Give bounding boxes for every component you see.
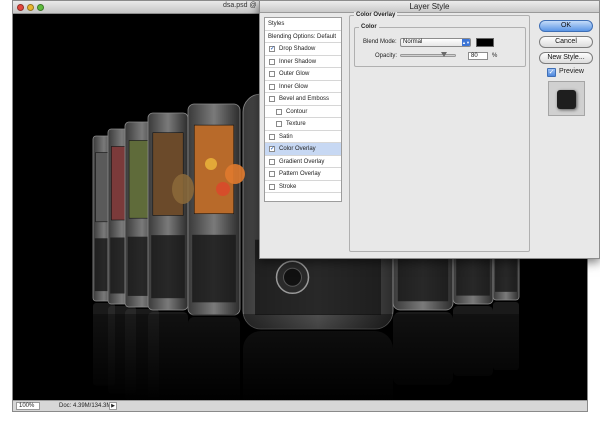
effect-checkbox[interactable] xyxy=(269,58,275,65)
blend-mode-value: Normal xyxy=(403,39,423,45)
effect-label: Inner Glow xyxy=(279,83,309,90)
effect-label: Drop Shadow xyxy=(279,46,316,52)
effect-label: Texture xyxy=(286,121,306,127)
effect-checkbox[interactable] xyxy=(269,71,275,77)
minimize-window-icon[interactable] xyxy=(27,4,34,11)
effect-checkbox[interactable] xyxy=(276,108,282,115)
preview-swatch xyxy=(557,90,576,109)
effect-label: Outer Glow xyxy=(279,71,310,77)
effect-item-satin[interactable]: Satin xyxy=(265,131,341,143)
effect-label: Contour xyxy=(286,108,308,115)
effect-item-stroke[interactable]: Stroke xyxy=(265,181,341,193)
color-group-title: Color xyxy=(359,24,379,30)
effect-checkbox[interactable] xyxy=(269,158,275,165)
effect-label: Gradient Overlay xyxy=(279,158,325,165)
opacity-unit: % xyxy=(492,53,498,59)
effect-item-pattern-overlay[interactable]: Pattern Overlay xyxy=(265,168,341,181)
status-menu-arrow-icon[interactable]: ▶ xyxy=(109,402,117,410)
cancel-button[interactable]: Cancel xyxy=(539,36,593,48)
opacity-input[interactable]: 80 xyxy=(468,52,488,60)
effect-label: Color Overlay xyxy=(279,146,316,152)
color-overlay-panel: Color Overlay Color Blend Mode: Normal ▲… xyxy=(349,12,530,252)
opacity-label: Opacity: xyxy=(375,53,398,59)
dialog-titlebar[interactable]: Layer Style xyxy=(260,1,599,13)
effect-checkbox[interactable]: ✓ xyxy=(269,46,275,52)
effect-item-gradient-overlay[interactable]: Gradient Overlay xyxy=(265,156,341,168)
blend-mode-label: Blend Mode: xyxy=(363,39,397,45)
effect-label: Inner Shadow xyxy=(279,58,317,65)
effect-item-inner-shadow[interactable]: Inner Shadow xyxy=(265,56,341,68)
styles-list: Styles Blending Options: Default ✓ Drop S… xyxy=(264,17,342,202)
close-window-icon[interactable] xyxy=(17,4,24,11)
effect-checkbox[interactable]: ✓ xyxy=(269,146,275,152)
effect-label: Satin xyxy=(279,133,293,140)
effect-item-contour[interactable]: Contour xyxy=(265,106,341,118)
effect-checkbox[interactable] xyxy=(269,133,275,140)
document-statusbar: 100% Doc: 4.39M/134.3M ▶ xyxy=(13,400,587,411)
preview-checkbox[interactable]: ✓ xyxy=(547,68,556,77)
effect-label: Bevel and Emboss xyxy=(279,96,330,102)
new-style-button[interactable]: New Style... xyxy=(539,52,593,64)
effect-item-inner-glow[interactable]: Inner Glow xyxy=(265,81,341,93)
color-group: Color Blend Mode: Normal ▲▼ Opacity: 80 … xyxy=(354,24,526,67)
document-title: dsa.psd @ 1 xyxy=(223,2,263,9)
effect-item-bevel-and-emboss[interactable]: Bevel and Emboss xyxy=(265,93,341,106)
select-arrows-icon: ▲▼ xyxy=(462,39,470,46)
styles-header[interactable]: Styles xyxy=(265,18,341,31)
zoom-level-field[interactable]: 100% xyxy=(16,402,40,410)
zoom-window-icon[interactable] xyxy=(37,4,44,11)
blending-options-item[interactable]: Blending Options: Default xyxy=(265,31,341,43)
effect-item-texture[interactable]: Texture xyxy=(265,118,341,131)
dialog-title: Layer Style xyxy=(409,2,450,11)
style-preview-thumbnail xyxy=(548,81,585,116)
effect-item-color-overlay[interactable]: ✓ Color Overlay xyxy=(265,143,341,156)
effect-checkbox[interactable] xyxy=(269,171,275,177)
effect-item-drop-shadow[interactable]: ✓ Drop Shadow xyxy=(265,43,341,56)
panel-title: Color Overlay xyxy=(354,12,398,18)
opacity-slider[interactable] xyxy=(400,52,456,57)
effect-item-outer-glow[interactable]: Outer Glow xyxy=(265,68,341,81)
ok-button[interactable]: OK xyxy=(539,20,593,32)
effect-label: Pattern Overlay xyxy=(279,171,321,177)
effect-checkbox[interactable] xyxy=(276,121,282,127)
blend-mode-select[interactable]: Normal ▲▼ xyxy=(400,38,471,47)
effect-checkbox[interactable] xyxy=(269,183,275,190)
layer-style-dialog: Layer Style Styles Blending Options: Def… xyxy=(259,0,600,259)
document-size-info: Doc: 4.39M/134.3M xyxy=(59,403,112,409)
effect-checkbox[interactable] xyxy=(269,96,275,102)
preview-label: Preview xyxy=(559,68,584,75)
opacity-slider-thumb[interactable] xyxy=(441,52,447,57)
effect-checkbox[interactable] xyxy=(269,83,275,90)
overlay-color-swatch[interactable] xyxy=(476,38,494,47)
effect-label: Stroke xyxy=(279,183,297,190)
